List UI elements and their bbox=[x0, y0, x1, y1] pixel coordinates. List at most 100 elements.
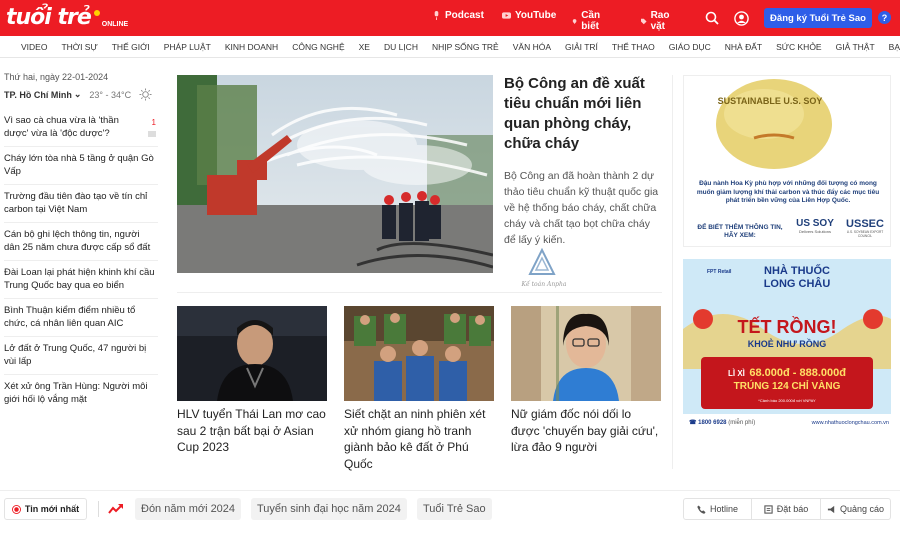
nav-item-video[interactable]: VIDEO bbox=[14, 36, 54, 58]
site-logo[interactable]: tuổi trẻ ONLINE bbox=[6, 4, 128, 32]
trending-tag[interactable]: Đón năm mới 2024 bbox=[135, 498, 242, 520]
canbiet-link-label: Cần biết bbox=[581, 10, 601, 32]
nav-item-phap-luat[interactable]: PHÁP LUẬT bbox=[157, 36, 218, 58]
list-item[interactable]: Cán bộ ghi lệch thông tin, người dân 25 … bbox=[4, 223, 158, 261]
mic-icon bbox=[434, 11, 439, 20]
nav-item-the-gioi[interactable]: THẾ GIỚI bbox=[105, 36, 157, 58]
nav-item-suc-khoe[interactable]: SỨC KHỎE bbox=[769, 36, 829, 58]
nav-item-van-hoa[interactable]: VĂN HÓA bbox=[506, 36, 558, 58]
raovat-link-label: Rao vặt bbox=[650, 10, 670, 32]
nav-item-nha-dat[interactable]: NHÀ ĐẤT bbox=[718, 36, 769, 58]
hero-headline[interactable]: Bộ Công an đề xuất tiêu chuẩn mới liên q… bbox=[504, 74, 659, 154]
prize-gold-line: TRÚNG 124 CHỈ VÀNG bbox=[733, 381, 841, 392]
nav-item-gia-that[interactable]: GIẢ THẬT bbox=[829, 36, 882, 58]
nav-item-xe[interactable]: XE bbox=[352, 36, 377, 58]
youtube-icon bbox=[502, 12, 511, 19]
advertise-button[interactable]: Quảng cáo bbox=[820, 498, 891, 520]
nav-item-thoi-su[interactable]: THỜI SỰ bbox=[54, 36, 104, 58]
soy-ad-cta: ĐỂ BIẾT THÊM THÔNG TIN, HÃY XEM: bbox=[697, 224, 783, 239]
nav-item-the-thao[interactable]: THỂ THAO bbox=[605, 36, 662, 58]
subscribe-paper-button[interactable]: Đặt báo bbox=[751, 498, 821, 520]
list-item[interactable]: Cháy lớn tòa nhà 5 tầng ở quận Gò Vấp bbox=[4, 147, 158, 185]
signup-tuoitre-sao-button[interactable]: Đăng ký Tuổi Trẻ Sao bbox=[764, 8, 872, 28]
hotline-label: Hotline bbox=[709, 504, 738, 514]
latest-news-label: Tin mới nhất bbox=[24, 504, 80, 514]
article-thumbnail[interactable] bbox=[511, 306, 661, 401]
trending-icon bbox=[108, 504, 123, 514]
help-icon[interactable]: ? bbox=[878, 11, 891, 24]
city-selector[interactable]: TP. Hồ Chí Minh ⌄ bbox=[4, 89, 81, 100]
prize-note: *Cảnh báo 200.000đ với VNPAY bbox=[758, 398, 816, 403]
subscribe-paper-label: Đặt báo bbox=[776, 504, 809, 514]
ussec-logo-sub: U.S. SOYBEAN EXPORT COUNCIL bbox=[846, 230, 884, 238]
trending-tag[interactable]: Tuổi Trẻ Sao bbox=[417, 498, 492, 520]
list-item[interactable]: Vì sao cà chua vừa là 'thần dược' vừa là… bbox=[4, 115, 158, 147]
sun-icon bbox=[139, 88, 152, 101]
long-chau-pharmacy-ad[interactable]: FPT Retail NHÀ THUỐC LONG CHÂU TẾT RỒNG!… bbox=[683, 259, 891, 433]
tet-headline: TẾT RỒNG! bbox=[737, 317, 837, 337]
temperature: 23° - 34°C bbox=[89, 89, 132, 100]
hotline-button[interactable]: Hotline bbox=[683, 498, 752, 520]
comment-icon bbox=[148, 131, 156, 137]
section-divider bbox=[177, 292, 662, 293]
prize-prefix: LÌ XÌ bbox=[728, 369, 745, 378]
article-thumbnail[interactable] bbox=[344, 306, 494, 401]
youtube-link-label: YouTube bbox=[515, 10, 557, 21]
article-title[interactable]: HLV tuyển Thái Lan mơ cao sau 2 trận bất… bbox=[177, 406, 327, 456]
left-sidebar: Thứ hai, ngày 22-01-2024 TP. Hồ Chí Minh… bbox=[4, 72, 158, 412]
us-soy-logo-sub: Delivers Solutions bbox=[798, 229, 831, 234]
list-item[interactable]: Xét xử ông Trần Hùng: Người môi giới hối… bbox=[4, 375, 158, 412]
list-item[interactable]: Đài Loan lại phát hiện khinh khí cầu Tru… bbox=[4, 261, 158, 299]
phone-icon bbox=[697, 504, 706, 514]
latest-news-list: Vì sao cà chua vừa là 'thần dược' vừa là… bbox=[4, 115, 158, 412]
us-soy-logo: US SOY Delivers Solutions bbox=[794, 218, 836, 234]
hotline-number: 1800 6928 bbox=[698, 420, 727, 426]
hero-image[interactable] bbox=[177, 75, 493, 273]
soy-ad-text: Đậu nành Hoa Kỳ phù hợp với những đối tư… bbox=[696, 180, 880, 204]
user-account-icon[interactable] bbox=[734, 11, 749, 26]
article-card[interactable]: HLV tuyển Thái Lan mơ cao sau 2 trận bất… bbox=[177, 306, 327, 456]
city-name: TP. Hồ Chí Minh bbox=[4, 89, 72, 100]
prize-amount: 68.000đ - 888.000đ bbox=[749, 367, 846, 379]
article-thumbnail[interactable] bbox=[177, 306, 327, 401]
list-item[interactable]: Bình Thuận kiểm điểm nhiều tổ chức, cá n… bbox=[4, 299, 158, 337]
hero-summary: Bộ Công an đã hoàn thành 2 dự thảo tiêu … bbox=[504, 170, 659, 246]
article-card[interactable]: Siết chặt an ninh phiên xét xử nhóm gian… bbox=[344, 306, 494, 472]
nav-item-ban-doc[interactable]: BẠN ĐỌC bbox=[882, 36, 900, 58]
raovat-link[interactable]: Rao vặt bbox=[641, 10, 673, 32]
column-divider bbox=[672, 75, 673, 469]
article-title[interactable]: Siết chặt an ninh phiên xét xử nhóm gian… bbox=[344, 406, 494, 472]
advertise-label: Quảng cáo bbox=[839, 504, 885, 514]
live-dot-icon bbox=[11, 504, 21, 514]
nav-item-giao-duc[interactable]: GIÁO DỤC bbox=[662, 36, 718, 58]
tag-icon bbox=[641, 18, 647, 24]
trending-tag[interactable]: Tuyển sinh đại học năm 2024 bbox=[251, 498, 407, 520]
nav-item-cong-nghe[interactable]: CÔNG NGHỆ bbox=[285, 36, 351, 58]
anpha-watermark-logo: Kế toán Anpha bbox=[514, 246, 574, 290]
pin-icon bbox=[572, 18, 577, 24]
top-header: tuổi trẻ ONLINE Podcast YouTube Cần biết… bbox=[0, 0, 900, 36]
newspaper-icon bbox=[764, 504, 773, 514]
podcast-link-label: Podcast bbox=[445, 10, 484, 21]
podcast-link[interactable]: Podcast bbox=[432, 10, 484, 21]
nav-item-kinh-doanh[interactable]: KINH DOANH bbox=[218, 36, 285, 58]
soy-badge-text: SUSTAINABLE U.S. SOY bbox=[718, 96, 823, 106]
weather-widget: TP. Hồ Chí Minh ⌄ 23° - 34°C bbox=[4, 88, 158, 101]
nav-item-nhip-song-tre[interactable]: NHỊP SỐNG TRẺ bbox=[425, 36, 506, 58]
us-soy-ad[interactable]: SUSTAINABLE U.S. SOY Đậu nành Hoa Kỳ phù… bbox=[683, 75, 891, 247]
ussec-logo-text: USSEC bbox=[846, 218, 884, 230]
list-item[interactable]: Trường đầu tiên đào tạo về tín chỉ carbo… bbox=[4, 185, 158, 223]
nav-item-du-lich[interactable]: DU LỊCH bbox=[377, 36, 425, 58]
prize-amount-line: LÌ XÌ 68.000đ - 888.000đ bbox=[701, 363, 873, 381]
list-item[interactable]: Lở đất ở Trung Quốc, 47 người bị vùi lấp bbox=[4, 337, 158, 375]
latest-news-button[interactable]: Tin mới nhất bbox=[4, 498, 87, 520]
article-card[interactable]: Nữ giám đốc nói dối lo được 'chuyến bay … bbox=[511, 306, 661, 456]
search-icon[interactable] bbox=[705, 11, 719, 25]
article-title[interactable]: Nữ giám đốc nói dối lo được 'chuyến bay … bbox=[511, 406, 661, 456]
chevron-down-icon: ⌄ bbox=[73, 89, 82, 99]
nav-item-giai-tri[interactable]: GIẢI TRÍ bbox=[558, 36, 605, 58]
youtube-link[interactable]: YouTube bbox=[502, 10, 556, 21]
pharmacy-hotline: ☎ 1800 6928 (miễn phí) bbox=[689, 419, 755, 426]
logo-sun-icon bbox=[93, 10, 100, 16]
canbiet-link[interactable]: Cần biết bbox=[572, 10, 604, 32]
